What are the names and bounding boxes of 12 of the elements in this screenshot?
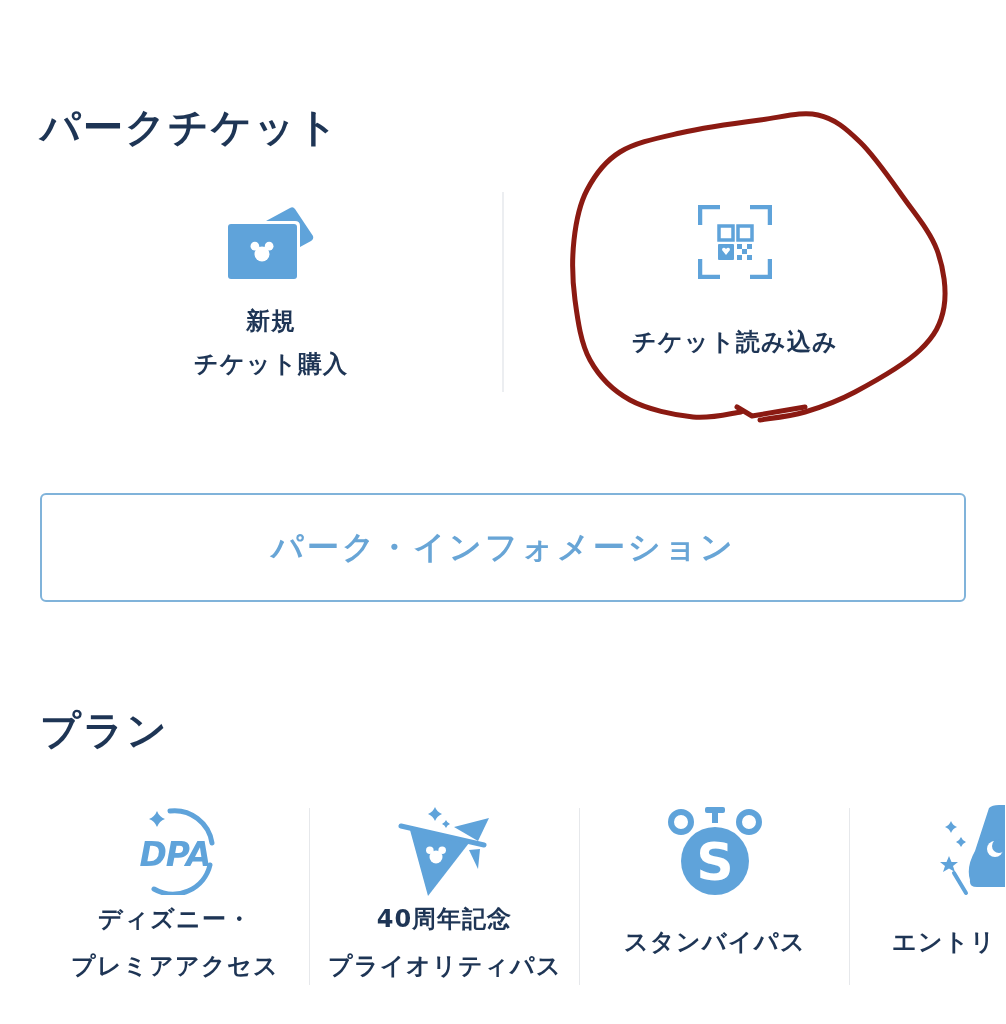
menu-label[interactable]: 新規 チケット購入 [194, 299, 348, 386]
plan-label[interactable]: ディズニー・ プレミアアクセス [70, 895, 279, 990]
section-heading: パークチケット [40, 103, 340, 151]
section-heading: プラン [40, 706, 169, 754]
plan-label[interactable]: エントリ [892, 919, 996, 966]
menu-label[interactable]: チケット読み込み [632, 321, 838, 364]
plan-label[interactable]: スタンバイパス [623, 919, 806, 966]
ticket-cards-icon[interactable] [228, 205, 314, 279]
qr-scan-icon[interactable] [698, 205, 772, 279]
pennant-icon[interactable] [397, 805, 492, 897]
plan-label[interactable]: 40周年記念 プライオリティパス [327, 895, 562, 990]
wand-hat-icon[interactable] [939, 805, 1005, 897]
